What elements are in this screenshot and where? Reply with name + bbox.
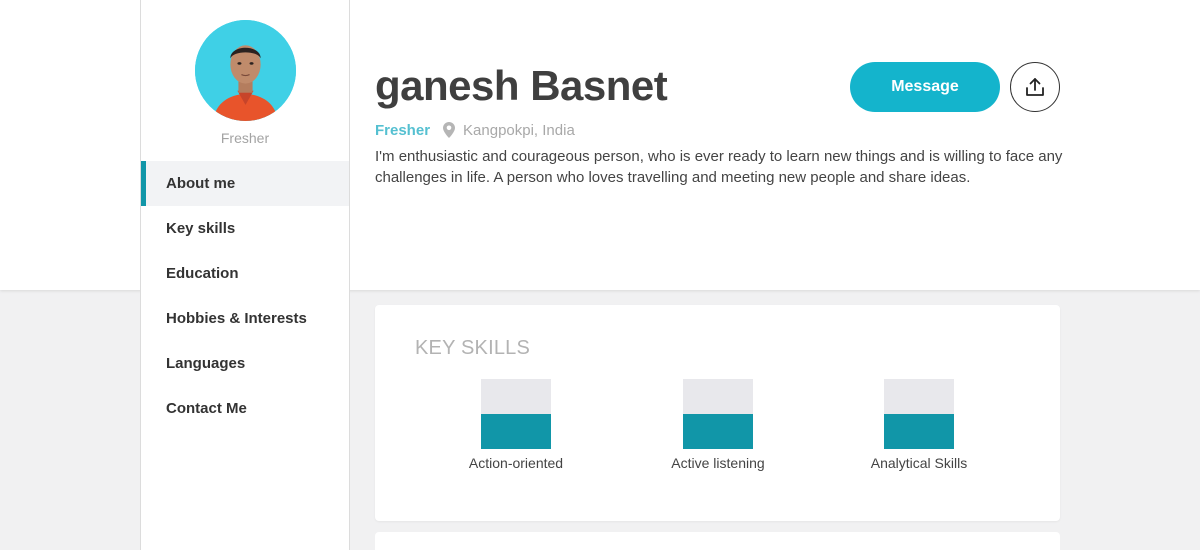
- skill-label: Analytical Skills: [870, 455, 968, 471]
- profile-bio: I'm enthusiastic and courageous person, …: [375, 148, 1063, 186]
- skill-level-fill: [884, 414, 954, 449]
- skill-level-fill: [683, 414, 753, 449]
- skill-level-fill: [481, 414, 551, 449]
- status-label: Fresher: [375, 121, 431, 139]
- skill-level-bar: [884, 379, 954, 449]
- message-button[interactable]: Message: [850, 62, 1000, 112]
- skill-item: Analytical Skills: [849, 379, 989, 471]
- profile-photo: [195, 20, 296, 121]
- share-button[interactable]: [1010, 62, 1060, 112]
- sidebar-item-hobbies-interests[interactable]: Hobbies & Interests: [141, 296, 349, 341]
- skill-level-bar: [683, 379, 753, 449]
- location-label: Kangpokpi, India: [463, 121, 575, 139]
- key-skills-card: KEY SKILLS Action-oriented Active listen…: [375, 305, 1060, 521]
- sidebar-item-languages[interactable]: Languages: [141, 341, 349, 386]
- profile-name: ganesh Basnet: [375, 62, 668, 109]
- sidebar-nav: About me Key skills Education Hobbies & …: [141, 161, 349, 431]
- location-pin-icon: [443, 122, 456, 138]
- skill-item: Active listening: [648, 379, 788, 471]
- share-upload-icon: [1026, 78, 1044, 96]
- skill-item: Action-oriented: [446, 379, 586, 471]
- skill-level-bar: [481, 379, 551, 449]
- skill-label: Action-oriented: [468, 455, 564, 471]
- next-section-card: [375, 532, 1060, 550]
- sidebar-item-contact-me[interactable]: Contact Me: [141, 386, 349, 431]
- role-caption: Fresher: [220, 130, 270, 146]
- sidebar-item-key-skills[interactable]: Key skills: [141, 206, 349, 251]
- key-skills-title: KEY SKILLS: [415, 337, 531, 359]
- skill-label: Active listening: [671, 455, 765, 471]
- profile-sidebar: Fresher About me Key skills Education Ho…: [140, 0, 350, 550]
- profile-meta: Fresher Kangpokpi, India: [375, 120, 575, 140]
- sidebar-item-about-me[interactable]: About me: [141, 161, 349, 206]
- sidebar-item-education[interactable]: Education: [141, 251, 349, 296]
- avatar: [195, 20, 296, 121]
